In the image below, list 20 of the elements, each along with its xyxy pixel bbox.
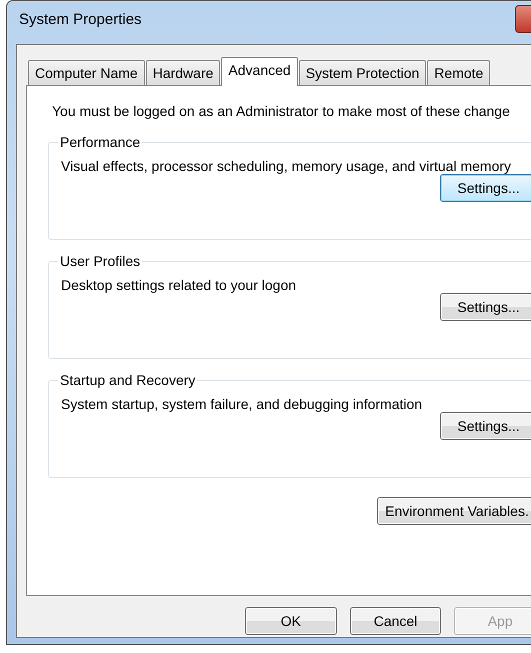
environment-variables-button[interactable]: Environment Variables. xyxy=(377,497,531,525)
settings-button[interactable]: Settings... xyxy=(440,293,531,321)
settings-button[interactable]: Settings... xyxy=(440,412,531,440)
group-title: Performance xyxy=(59,134,142,150)
tab[interactable]: Computer Name xyxy=(28,60,145,85)
admin-notice: You must be logged on as an Administrator to make most of these change xyxy=(52,103,511,121)
dialog-button[interactable]: OK xyxy=(245,607,337,635)
group-description: Visual effects, processor scheduling, memory usage, and virtual memory xyxy=(61,158,512,174)
group-title: Startup and Recovery xyxy=(59,372,196,388)
tab[interactable]: Advanced xyxy=(221,57,298,86)
settings-button[interactable]: Settings... xyxy=(440,174,531,202)
dialog-button[interactable]: Cancel xyxy=(350,607,442,635)
window-title: System Properties xyxy=(18,11,142,28)
group-description: System startup, system failure, and debugging information xyxy=(61,396,424,412)
tab[interactable]: System Protection xyxy=(298,60,426,85)
group-title: User Profiles xyxy=(59,253,142,269)
tab[interactable]: Hardware xyxy=(146,60,220,85)
close-button[interactable] xyxy=(515,5,531,33)
group-description: Desktop settings related to your logon xyxy=(61,277,298,293)
tab[interactable]: Remote xyxy=(427,60,490,85)
